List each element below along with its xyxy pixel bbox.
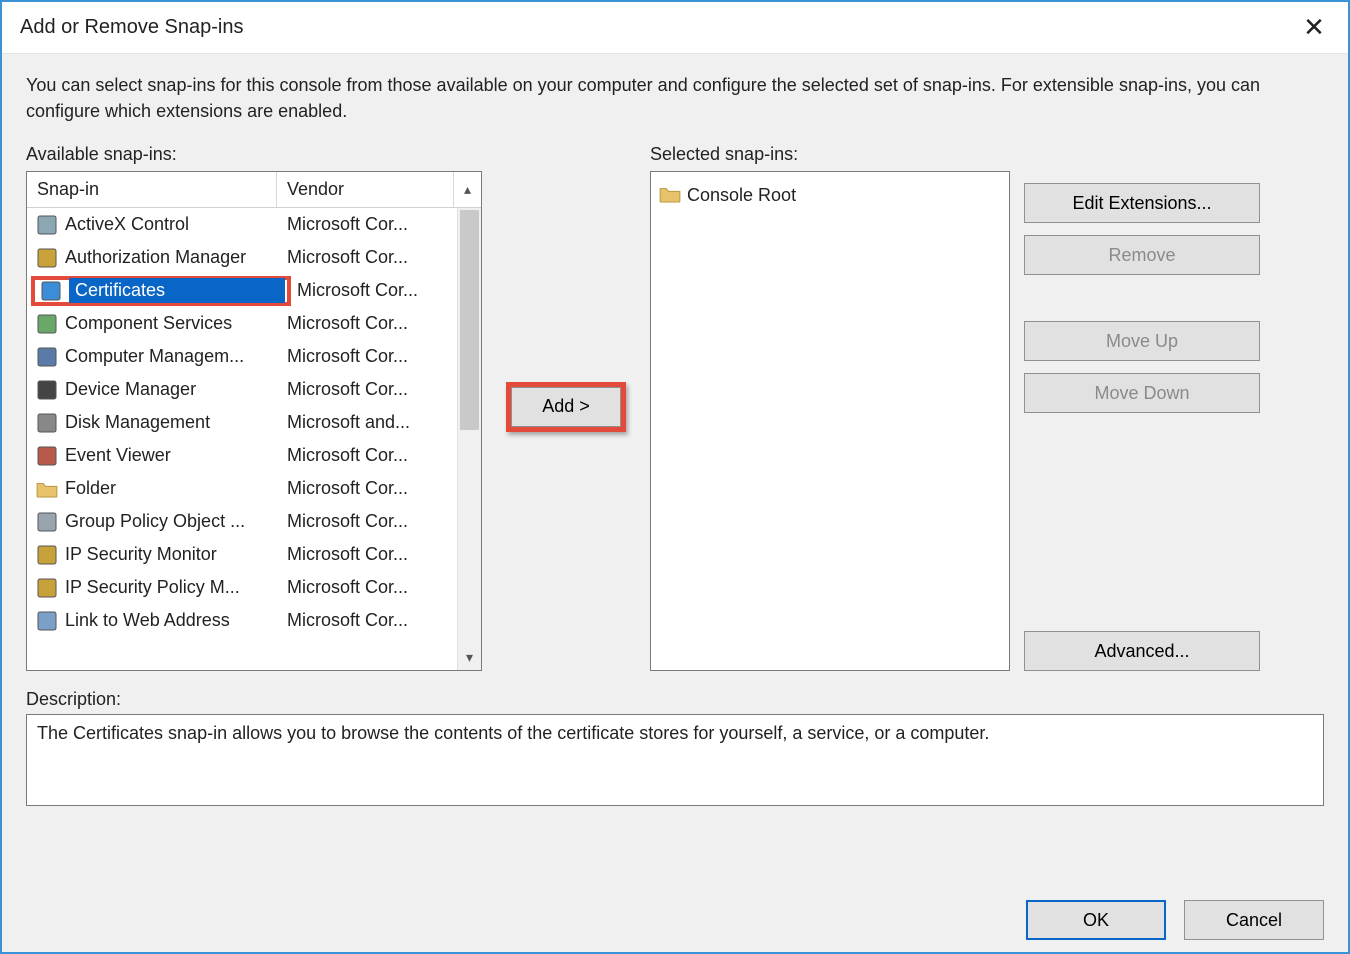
list-item-name: Event Viewer xyxy=(65,445,281,466)
intro-text: You can select snap-ins for this console… xyxy=(26,72,1286,124)
tree-item-label: Console Root xyxy=(687,185,796,206)
scroll-up-icon[interactable]: ▴ xyxy=(454,172,481,207)
available-listview[interactable]: Snap-in Vendor ▴ ActiveX ControlMicrosof… xyxy=(26,171,482,671)
titlebar: Add or Remove Snap-ins ✕ xyxy=(2,2,1348,54)
list-item[interactable]: FolderMicrosoft Cor... xyxy=(27,472,457,505)
dialog-content: You can select snap-ins for this console… xyxy=(2,54,1348,952)
move-up-button[interactable]: Move Up xyxy=(1024,321,1260,361)
cancel-button[interactable]: Cancel xyxy=(1184,900,1324,940)
list-item-name: IP Security Monitor xyxy=(65,544,281,565)
columns: Available snap-ins: Snap-in Vendor ▴ Act… xyxy=(26,142,1324,671)
remove-button[interactable]: Remove xyxy=(1024,235,1260,275)
available-label: Available snap-ins: xyxy=(26,144,482,165)
advanced-button[interactable]: Advanced... xyxy=(1024,631,1260,671)
list-item-vendor: Microsoft Cor... xyxy=(281,214,453,235)
description-label: Description: xyxy=(26,689,1324,710)
selected-column: Selected snap-ins: Console Root xyxy=(650,142,1010,671)
list-item[interactable]: IP Security Policy M...Microsoft Cor... xyxy=(27,571,457,604)
dialog-window: Add or Remove Snap-ins ✕ You can select … xyxy=(0,0,1350,954)
ok-button[interactable]: OK xyxy=(1026,900,1166,940)
list-item-vendor: Microsoft Cor... xyxy=(281,379,453,400)
list-item-highlight: Certificates xyxy=(31,276,291,306)
add-button-highlight: Add > xyxy=(506,382,626,432)
move-down-button[interactable]: Move Down xyxy=(1024,373,1260,413)
disk-icon xyxy=(35,411,59,435)
device-icon xyxy=(35,378,59,402)
middle-column: Add > xyxy=(496,142,636,671)
tree-item[interactable]: Console Root xyxy=(659,180,1001,210)
dialog-title: Add or Remove Snap-ins xyxy=(20,16,243,39)
component-icon xyxy=(35,312,59,336)
list-item-vendor: Microsoft Cor... xyxy=(281,346,453,367)
side-buttons-column: . Edit Extensions... Remove Move Up Move… xyxy=(1024,142,1264,671)
activex-icon xyxy=(35,213,59,237)
list-item[interactable]: Authorization ManagerMicrosoft Cor... xyxy=(27,241,457,274)
listview-body: ActiveX ControlMicrosoft Cor...Authoriza… xyxy=(27,208,457,670)
compmgmt-icon xyxy=(35,345,59,369)
header-snapin[interactable]: Snap-in xyxy=(27,172,277,207)
available-column: Available snap-ins: Snap-in Vendor ▴ Act… xyxy=(26,142,482,671)
list-item[interactable]: Device ManagerMicrosoft Cor... xyxy=(27,373,457,406)
list-item-vendor: Microsoft Cor... xyxy=(281,478,453,499)
list-item-name: Computer Managem... xyxy=(65,346,281,367)
listview-header: Snap-in Vendor ▴ xyxy=(27,172,481,208)
list-item[interactable]: Component ServicesMicrosoft Cor... xyxy=(27,307,457,340)
bottom-buttons: OK Cancel xyxy=(26,882,1324,940)
list-item-name: Certificates xyxy=(69,278,285,303)
list-item[interactable]: IP Security MonitorMicrosoft Cor... xyxy=(27,538,457,571)
list-item[interactable]: Group Policy Object ...Microsoft Cor... xyxy=(27,505,457,538)
description-text: The Certificates snap-in allows you to b… xyxy=(37,723,989,743)
list-item-name: Disk Management xyxy=(65,412,281,433)
list-item-name: Folder xyxy=(65,478,281,499)
list-item[interactable]: Disk ManagementMicrosoft and... xyxy=(27,406,457,439)
folder-icon xyxy=(659,185,681,205)
list-item[interactable]: Event ViewerMicrosoft Cor... xyxy=(27,439,457,472)
list-item-vendor: Microsoft Cor... xyxy=(281,511,453,532)
list-item-vendor: Microsoft Cor... xyxy=(281,610,453,631)
event-icon xyxy=(35,444,59,468)
list-item-vendor: Microsoft and... xyxy=(281,412,453,433)
list-item-vendor: Microsoft Cor... xyxy=(291,280,453,301)
list-item[interactable]: Certificates Microsoft Cor... xyxy=(27,274,457,307)
description-box: The Certificates snap-in allows you to b… xyxy=(26,714,1324,806)
list-item-vendor: Microsoft Cor... xyxy=(281,577,453,598)
edit-extensions-button[interactable]: Edit Extensions... xyxy=(1024,183,1260,223)
list-item-name: Link to Web Address xyxy=(65,610,281,631)
list-item-vendor: Microsoft Cor... xyxy=(281,445,453,466)
ipsecpol-icon xyxy=(35,576,59,600)
list-item-vendor: Microsoft Cor... xyxy=(281,544,453,565)
add-button[interactable]: Add > xyxy=(511,387,621,427)
header-vendor[interactable]: Vendor xyxy=(277,172,454,207)
ipsecmon-icon xyxy=(35,543,59,567)
scroll-thumb[interactable] xyxy=(460,210,479,430)
scroll-down-icon[interactable]: ▾ xyxy=(458,649,481,666)
list-item[interactable]: Link to Web AddressMicrosoft Cor... xyxy=(27,604,457,637)
selected-treeview[interactable]: Console Root xyxy=(650,171,1010,671)
close-icon[interactable]: ✕ xyxy=(1294,8,1334,48)
list-item-name: Authorization Manager xyxy=(65,247,281,268)
weblink-icon xyxy=(35,609,59,633)
selected-label: Selected snap-ins: xyxy=(650,144,1010,165)
list-item-name: Component Services xyxy=(65,313,281,334)
cert-icon xyxy=(39,279,63,303)
gpo-icon xyxy=(35,510,59,534)
scrollbar[interactable]: ▾ xyxy=(457,208,481,670)
list-item-name: Device Manager xyxy=(65,379,281,400)
auth-icon xyxy=(35,246,59,270)
list-item[interactable]: Computer Managem...Microsoft Cor... xyxy=(27,340,457,373)
list-item-name: ActiveX Control xyxy=(65,214,281,235)
list-item-name: Group Policy Object ... xyxy=(65,511,281,532)
folder-icon xyxy=(35,477,59,501)
list-item[interactable]: ActiveX ControlMicrosoft Cor... xyxy=(27,208,457,241)
list-item-vendor: Microsoft Cor... xyxy=(281,313,453,334)
list-item-vendor: Microsoft Cor... xyxy=(281,247,453,268)
list-item-name: IP Security Policy M... xyxy=(65,577,281,598)
